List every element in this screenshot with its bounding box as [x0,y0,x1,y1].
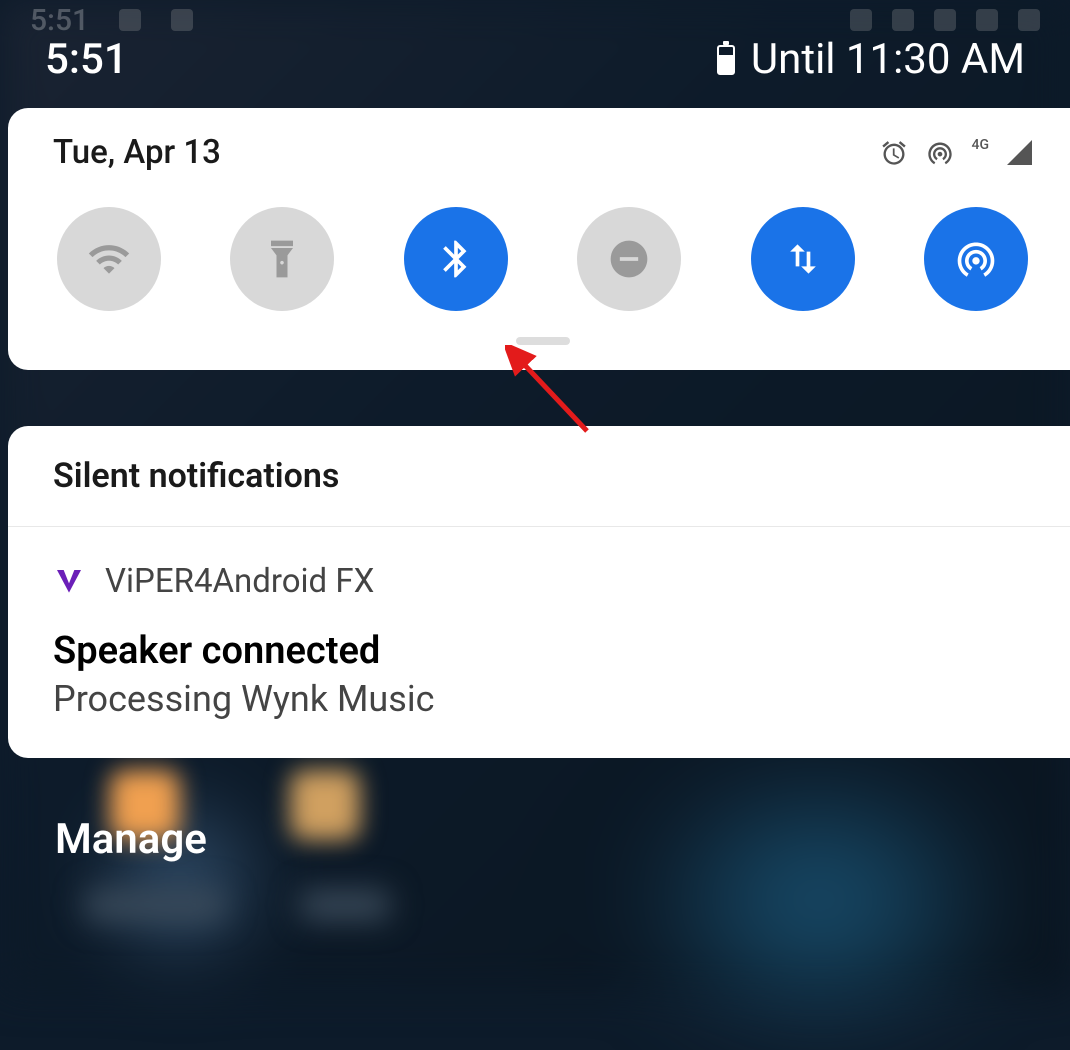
battery-icon [717,45,735,75]
qs-status-icons: 4G [880,139,1033,167]
qs-date[interactable]: Tue, Apr 13 [53,133,221,172]
wifi-icon [87,237,131,281]
qs-toggle-dnd[interactable] [577,207,681,311]
manage-label: Manage [55,815,207,864]
viper-app-icon [53,566,85,598]
qs-expand-handle[interactable] [516,337,570,345]
qs-toggle-wifi[interactable] [57,207,161,311]
manage-button[interactable]: Manage [55,815,207,864]
signal-icon [1007,140,1032,165]
hotspot-icon [954,237,998,281]
notification-item[interactable]: ViPER4Android FX Speaker connected Proce… [8,527,1070,758]
notif-app-name: ViPER4Android FX [105,562,374,601]
flashlight-icon [260,237,304,281]
battery-estimate: Until 11:30 AM [717,35,1025,84]
battery-until-label: Until 11:30 AM [751,35,1025,84]
background-wallpaper [290,770,360,840]
shade-header: 5:51 Until 11:30 AM [0,35,1070,84]
mobile-data-icon [781,237,825,281]
notifications-panel: Silent notifications ViPER4Android FX Sp… [8,426,1070,758]
hotspot-status-icon [926,139,954,167]
background-wallpaper [85,890,225,920]
qs-toggle-hotspot[interactable] [924,207,1028,311]
notif-app-row: ViPER4Android FX [53,562,1025,601]
alarm-icon [880,139,908,167]
qs-toggle-bluetooth[interactable] [404,207,508,311]
qs-toggle-mobile-data[interactable] [751,207,855,311]
bluetooth-icon [434,237,478,281]
notif-text: Processing Wynk Music [53,678,1025,720]
qs-toggle-flashlight[interactable] [230,207,334,311]
network-type-label: 4G [972,137,990,153]
shade-time: 5:51 [45,35,128,84]
quick-settings-panel: Tue, Apr 13 4G [8,108,1070,370]
notif-section-header: Silent notifications [8,426,1070,527]
background-wallpaper [300,890,390,920]
notif-title: Speaker connected [53,629,1025,673]
system-status-bar: 5:51 [0,0,1070,40]
do-not-disturb-icon [607,237,651,281]
